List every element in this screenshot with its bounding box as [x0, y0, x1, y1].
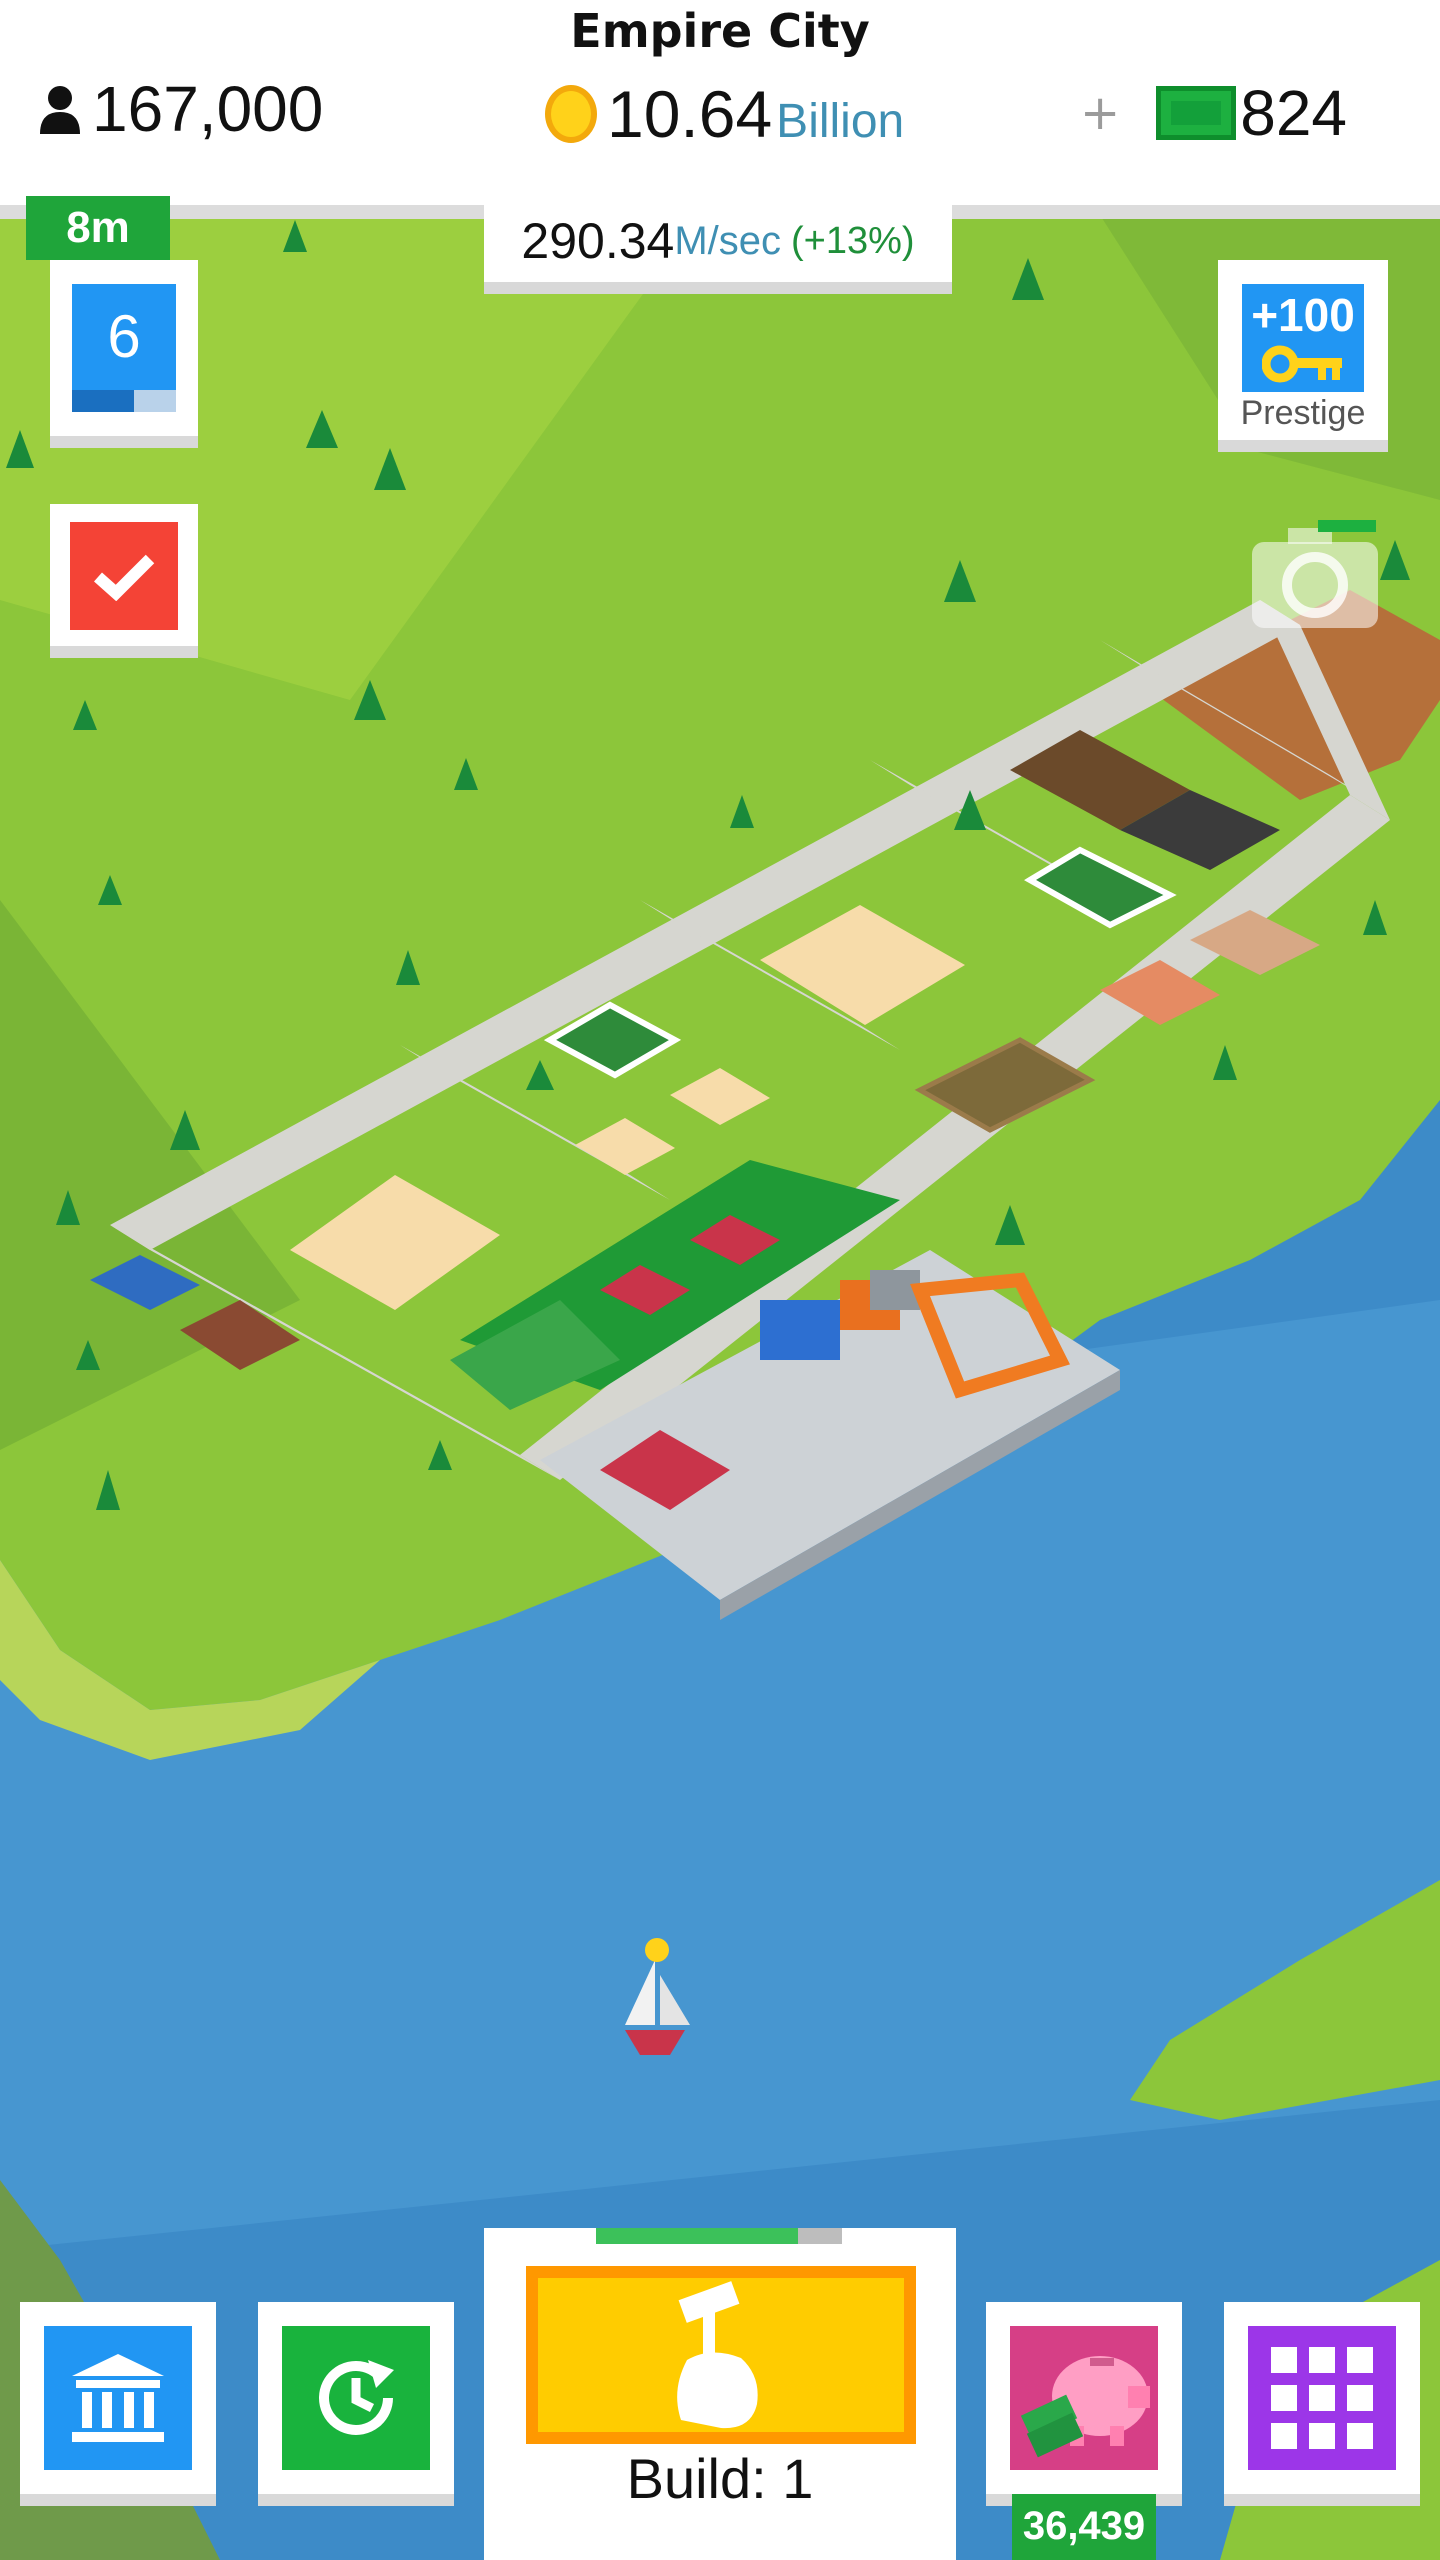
- prestige-bonus: +100: [1251, 289, 1355, 341]
- level-badge: 6: [72, 284, 176, 412]
- level-progress-bar: [72, 390, 176, 412]
- grid-cell: [1347, 2385, 1373, 2411]
- piggy-bank-icon: [1020, 2356, 1150, 2458]
- city-name[interactable]: Empire City: [0, 4, 1440, 58]
- camera-icon[interactable]: [1248, 520, 1382, 634]
- grid-cell: [1271, 2347, 1297, 2373]
- grid-cell: [1271, 2385, 1297, 2411]
- build-progress-bar: [596, 2228, 842, 2244]
- grid-cell: [1347, 2423, 1373, 2449]
- hammer-hand-icon: [677, 2281, 758, 2429]
- cash-bill-icon: [1156, 86, 1237, 140]
- clock-icon: [319, 2360, 394, 2435]
- time-boost-label: 8m: [26, 196, 170, 260]
- coin-icon: [545, 85, 597, 143]
- grid-icon: [1248, 2326, 1396, 2470]
- grid-cell: [1271, 2423, 1297, 2449]
- key-icon: [1262, 345, 1342, 383]
- piggy-bank-button[interactable]: [986, 2302, 1182, 2506]
- piggy-bank-badge: [1010, 2326, 1158, 2470]
- population-value: 167,000: [92, 73, 324, 145]
- build-progress-fill: [596, 2228, 798, 2244]
- income-value: 290.34: [521, 213, 675, 269]
- money-display: 10.64 Billion: [545, 76, 904, 152]
- container-stack-blue: [760, 1300, 840, 1360]
- money-value: 10.64: [607, 77, 773, 151]
- time-boost-badge: [282, 2326, 430, 2470]
- menu-button[interactable]: [1224, 2302, 1420, 2506]
- person-icon: [40, 86, 80, 134]
- cash-value: 824: [1240, 77, 1347, 149]
- level-progress-fill: [72, 390, 135, 412]
- tasks-badge: [70, 522, 178, 630]
- prestige-label: Prestige: [1240, 394, 1366, 432]
- build-badge: [526, 2266, 916, 2444]
- piggy-bank-value: 36,439: [1012, 2494, 1156, 2560]
- bank-icon: [72, 2354, 164, 2442]
- checkmark-icon: [94, 554, 155, 601]
- cash-display[interactable]: + 824: [1080, 76, 1347, 150]
- prestige-button[interactable]: +100 Prestige: [1218, 260, 1388, 452]
- time-boost-button[interactable]: [258, 2302, 454, 2506]
- tasks-button[interactable]: [50, 504, 198, 658]
- prestige-badge: +100: [1242, 284, 1364, 392]
- top-bar: Empire City 167,000 10.64 Billion + 824: [0, 0, 1440, 205]
- grid-cell: [1309, 2423, 1335, 2449]
- population-display: 167,000: [36, 72, 323, 146]
- grid-cell: [1309, 2347, 1335, 2373]
- build-button[interactable]: Build: 1: [484, 2228, 956, 2560]
- income-unit: M/sec: [674, 218, 782, 263]
- grid-cell: [1309, 2385, 1335, 2411]
- level-number: 6: [107, 303, 141, 370]
- money-unit: Billion: [776, 95, 905, 148]
- build-label: Build: 1: [626, 2447, 814, 2510]
- bank-button[interactable]: [20, 2302, 216, 2506]
- add-cash-plus[interactable]: +: [1080, 85, 1120, 141]
- income-boost: (+13%): [791, 219, 915, 262]
- level-button[interactable]: 6: [50, 260, 198, 448]
- income-rate-box[interactable]: 290.34 M/sec (+13%): [484, 200, 952, 294]
- grid-cell: [1347, 2347, 1373, 2373]
- bank-badge: [44, 2326, 192, 2470]
